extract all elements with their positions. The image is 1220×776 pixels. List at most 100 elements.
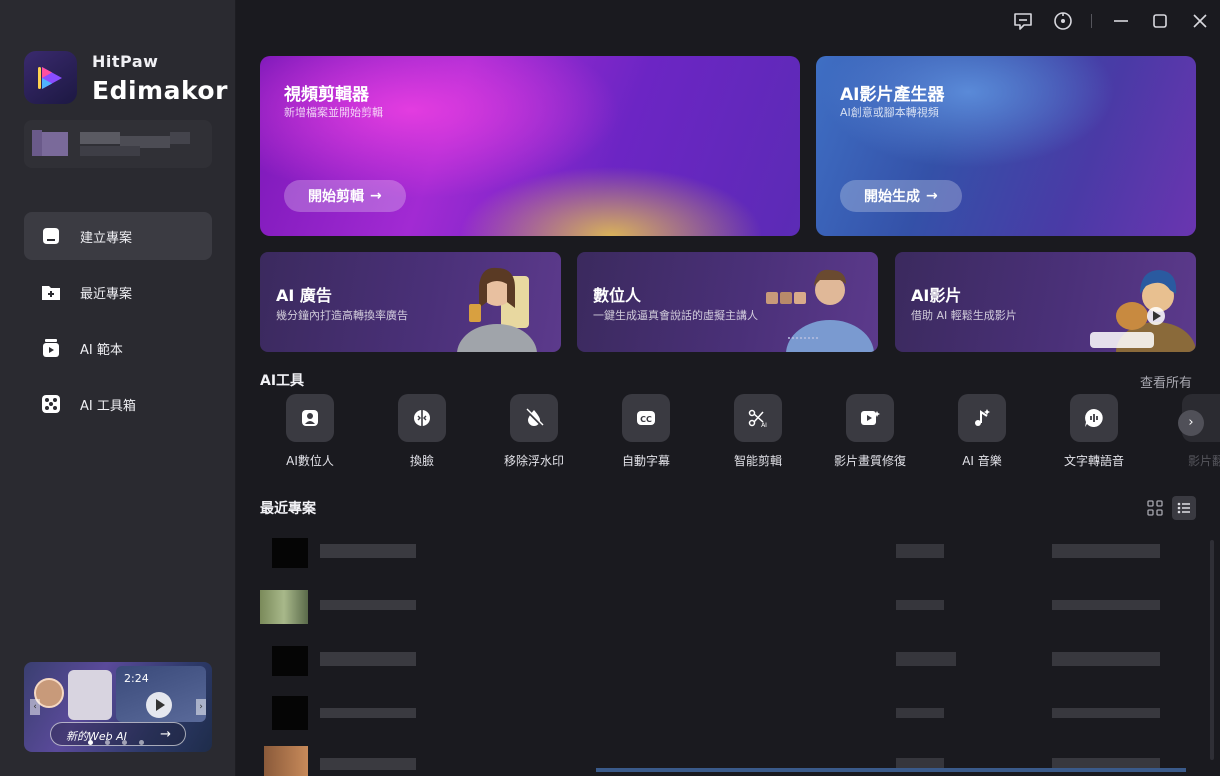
tool-icon-box: CC <box>622 394 670 442</box>
sidebar-item-ai-template[interactable]: AI 範本 <box>24 324 212 372</box>
help-icon[interactable] <box>1052 10 1074 32</box>
project-row[interactable] <box>260 532 1200 578</box>
tool-ai-music[interactable]: AI 音樂 <box>932 394 1032 474</box>
carousel-dot[interactable] <box>105 740 110 745</box>
hero-subtitle: 新增檔案並開始剪輯 <box>284 106 383 119</box>
promo-thumbnail <box>68 670 112 720</box>
tool-label: AI數位人 <box>286 454 334 468</box>
ai-ads-card[interactable]: AI 廣告 幾分鐘內打造高轉換率廣告 <box>260 252 561 352</box>
button-label: 開始生成 <box>864 189 920 205</box>
sidebar-item-ai-toolbox[interactable]: AI 工具箱 <box>24 380 212 428</box>
tool-label: AI 音樂 <box>962 454 1002 468</box>
sidebar-item-label: 最近專案 <box>80 287 133 302</box>
horizontal-scrollbar[interactable] <box>596 768 1186 772</box>
project-name <box>320 544 416 558</box>
minimize-icon[interactable] <box>1110 10 1132 32</box>
carousel-dot[interactable] <box>122 740 127 745</box>
project-date <box>1052 600 1160 610</box>
grid-view-icon[interactable] <box>1143 496 1167 520</box>
see-all-link[interactable]: 查看所有 <box>1140 372 1192 391</box>
project-thumbnail <box>272 538 308 568</box>
tool-icon-box <box>286 394 334 442</box>
tool-label: 影片畫質修復 <box>833 454 906 468</box>
tool-watermark-remove[interactable]: 移除浮水印 <box>484 394 584 474</box>
close-icon[interactable] <box>1189 10 1211 32</box>
project-row[interactable] <box>260 694 1200 740</box>
promo-banner[interactable]: 2:24 ‹ › 新的Web AI → <box>24 662 212 752</box>
ai-video-card[interactable]: AI影片 借助 AI 輕鬆生成影片 <box>895 252 1196 352</box>
tts-icon <box>1085 409 1103 427</box>
arrow-right-icon: → <box>926 188 938 204</box>
tool-icon-box <box>510 394 558 442</box>
feature-title: AI 廣告 <box>276 286 332 305</box>
project-thumbnail <box>260 590 308 624</box>
sidebar-item-label: AI 工具箱 <box>80 399 136 414</box>
project-duration <box>896 544 944 558</box>
project-duration <box>896 708 944 718</box>
hero-subtitle: AI創意或腳本轉視頻 <box>840 106 939 119</box>
new-project-icon <box>43 228 59 244</box>
vertical-scrollbar[interactable] <box>1210 540 1214 760</box>
tool-face-swap[interactable]: 換臉 <box>372 394 472 474</box>
face-swap-icon <box>414 410 430 426</box>
feedback-icon[interactable] <box>1012 10 1034 32</box>
tool-label: 影片翻 <box>1187 454 1220 468</box>
start-generate-button[interactable]: 開始生成 → <box>840 180 962 212</box>
project-row[interactable] <box>260 640 1200 686</box>
watermark-remove-icon <box>525 408 544 427</box>
tool-icon-box <box>958 394 1006 442</box>
feature-subtitle: 借助 AI 輕鬆生成影片 <box>911 309 1017 322</box>
tool-label: 自動字幕 <box>621 454 670 468</box>
maximize-icon[interactable] <box>1149 10 1171 32</box>
chevron-right-icon[interactable]: › <box>196 699 206 715</box>
titlebar-divider <box>1091 14 1092 28</box>
tool-text-to-speech[interactable]: 文字轉語音 <box>1044 394 1144 474</box>
tool-ai-avatar[interactable]: AI數位人 <box>260 394 360 474</box>
start-editing-button[interactable]: 開始剪輯 → <box>284 180 406 212</box>
svg-text:CC: CC <box>640 415 652 424</box>
sidebar-item-label: 建立專案 <box>80 231 133 246</box>
carousel-dot[interactable] <box>88 740 93 745</box>
ai-tools-title: AI工具 <box>260 373 305 389</box>
avatar-icon <box>302 410 318 426</box>
ai-ads-illustration <box>457 267 537 352</box>
svg-text:AI: AI <box>761 422 767 429</box>
tool-auto-subtitle[interactable]: CC 自動字幕 <box>596 394 696 474</box>
account-card[interactable] <box>24 120 212 168</box>
recent-project-icon <box>42 286 60 300</box>
chevron-left-icon[interactable]: ‹ <box>30 699 40 715</box>
sidebar-item-recent[interactable]: 最近專案 <box>24 268 212 316</box>
hero-title: 視頻剪輯器 <box>284 85 369 105</box>
recent-projects-title: 最近專案 <box>260 501 316 517</box>
project-thumbnail <box>272 696 308 730</box>
project-duration <box>896 652 956 666</box>
feature-subtitle: 一鍵生成逼真會說話的虛擬主講人 <box>593 309 758 322</box>
tools-next-button[interactable]: › <box>1178 410 1204 436</box>
tool-video-enhance[interactable]: 影片畫質修復 <box>820 394 920 474</box>
tool-label: 智能剪輯 <box>733 454 782 468</box>
hero-title: AI影片產生器 <box>840 85 945 105</box>
digital-human-card[interactable]: 數位人 一鍵生成逼真會說話的虛擬主講人 <box>577 252 878 352</box>
play-icon[interactable] <box>146 692 172 718</box>
button-label: 開始剪輯 <box>308 189 364 205</box>
video-editor-card[interactable]: 視頻剪輯器 新增檔案並開始剪輯 開始剪輯 → <box>260 56 800 236</box>
list-view-icon[interactable] <box>1172 496 1196 520</box>
carousel-dot[interactable] <box>139 740 144 745</box>
project-name <box>320 600 416 610</box>
cc-icon: CC <box>637 411 655 425</box>
project-date <box>1052 544 1160 558</box>
arrow-right-icon: → <box>370 188 382 204</box>
tool-label: 換臉 <box>409 454 434 468</box>
project-duration <box>896 600 944 610</box>
project-row[interactable] <box>260 586 1200 632</box>
app-logo <box>24 51 77 104</box>
project-name <box>320 758 416 770</box>
project-name <box>320 652 416 666</box>
tool-icon-box: AI <box>734 394 782 442</box>
feature-title: 數位人 <box>593 286 642 305</box>
sidebar-item-label: AI 範本 <box>80 343 123 358</box>
ai-template-icon <box>43 339 59 357</box>
ai-video-generator-card[interactable]: AI影片產生器 AI創意或腳本轉視頻 開始生成 → <box>816 56 1196 236</box>
sidebar-item-new-project[interactable]: 建立專案 <box>24 212 212 260</box>
tool-smart-cut[interactable]: AI 智能剪輯 <box>708 394 808 474</box>
